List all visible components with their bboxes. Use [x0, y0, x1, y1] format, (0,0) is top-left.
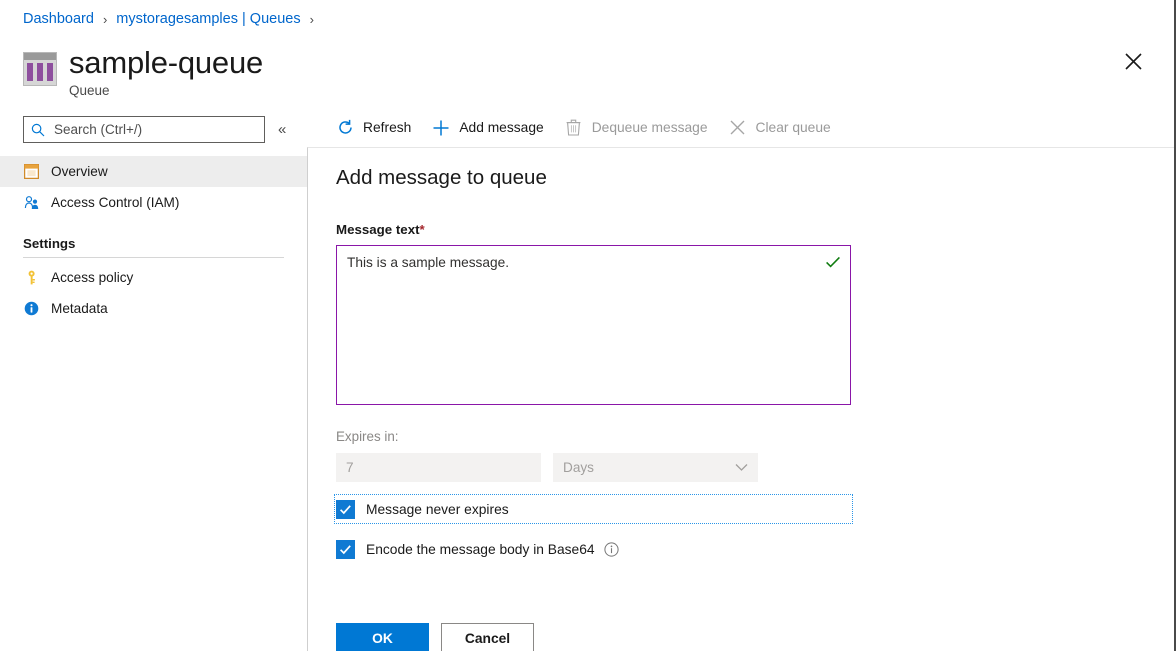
message-text-label-text: Message text [336, 222, 420, 237]
encode-base64-checkbox[interactable] [336, 539, 355, 559]
info-icon [23, 300, 40, 317]
breadcrumb: Dashboard › mystoragesamples | Queues › [23, 11, 323, 27]
collapse-sidebar-button[interactable]: « [278, 122, 286, 137]
dialog-button-row: OK Cancel [336, 623, 1174, 651]
toolbar-button-label: Add message [459, 120, 544, 135]
toolbar-button-label: Refresh [363, 120, 412, 135]
sidebar-nav-list: Overview Access Control (IAM) [0, 156, 307, 218]
add-message-button[interactable]: Add message [431, 113, 544, 143]
message-text-label: Message text* [336, 222, 1174, 237]
expires-in-label: Expires in: [336, 429, 399, 444]
expires-unit-select[interactable]: Days [553, 453, 758, 482]
toolbar-button-label: Clear queue [755, 120, 831, 135]
azure-portal-blade: Dashboard › mystoragesamples | Queues › … [0, 0, 1176, 651]
close-icon [1124, 52, 1142, 70]
sidebar-item-label: Metadata [51, 301, 108, 316]
search-box[interactable] [23, 116, 265, 143]
key-icon [23, 269, 40, 286]
ok-button[interactable]: OK [336, 623, 429, 651]
info-circle-icon[interactable] [603, 541, 619, 557]
sidebar-item-overview[interactable]: Overview [0, 156, 307, 187]
queue-icon [23, 52, 57, 86]
toolbar-button-label: Dequeue message [591, 120, 708, 135]
required-marker: * [419, 222, 425, 237]
sidebar-section-label: Settings [23, 236, 76, 251]
search-icon [31, 123, 45, 137]
expires-in-row: Days [336, 453, 1174, 482]
clear-queue-button: Clear queue [728, 113, 831, 143]
checkbox-label: Encode the message body in Base64 [366, 541, 595, 557]
sidebar-settings-list: Access policy Metadata [0, 262, 307, 324]
sidebar-item-label: Access Control (IAM) [51, 195, 180, 210]
sidebar-item-metadata[interactable]: Metadata [0, 293, 307, 324]
encode-base64-row[interactable]: Encode the message body in Base64 [336, 536, 1174, 562]
sidebar-search-row: « [0, 108, 307, 143]
dequeue-message-button: Dequeue message [564, 113, 708, 143]
sidebar: « Overview [0, 108, 307, 651]
sidebar-section-divider [23, 257, 284, 258]
breadcrumb-item-dashboard[interactable]: Dashboard [23, 11, 94, 27]
page-title: sample-queue [69, 45, 264, 80]
refresh-icon [335, 118, 355, 138]
refresh-button[interactable]: Refresh [335, 113, 411, 143]
expires-amount-input[interactable] [336, 453, 541, 482]
add-message-dialog: Add message to queue Message text* Expir… [307, 147, 1174, 651]
people-icon [23, 194, 40, 211]
message-never-expires-row[interactable]: Message never expires [334, 494, 853, 524]
breadcrumb-separator: › [102, 11, 108, 27]
page-subtitle: Queue [69, 83, 110, 98]
search-input[interactable] [52, 121, 257, 138]
sidebar-item-access-control[interactable]: Access Control (IAM) [0, 187, 307, 218]
page-title-block: sample-queue Queue [23, 44, 263, 98]
sidebar-section-settings: Settings [0, 236, 307, 258]
sidebar-item-access-policy[interactable]: Access policy [0, 262, 307, 293]
checkbox-label: Message never expires [366, 501, 509, 517]
cancel-button[interactable]: Cancel [441, 623, 534, 651]
command-toolbar: Refresh Add message Dequeue message Clea… [307, 108, 1174, 147]
sidebar-item-label: Access policy [51, 270, 134, 285]
breadcrumb-separator-trailing: › [309, 11, 314, 27]
breadcrumb-item-queues[interactable]: mystoragesamples | Queues [116, 11, 300, 27]
close-button[interactable] [1116, 44, 1150, 78]
trash-icon [564, 118, 584, 138]
message-text-wrapper [336, 245, 851, 405]
message-never-expires-checkbox[interactable] [336, 499, 355, 519]
chevron-down-icon [735, 460, 748, 475]
overview-icon [23, 163, 40, 180]
message-text-input[interactable] [337, 246, 850, 404]
plus-icon [431, 118, 451, 138]
dialog-title: Add message to queue [336, 166, 547, 189]
x-icon [728, 118, 748, 138]
expires-unit-value: Days [563, 460, 594, 475]
sidebar-item-label: Overview [51, 164, 108, 179]
